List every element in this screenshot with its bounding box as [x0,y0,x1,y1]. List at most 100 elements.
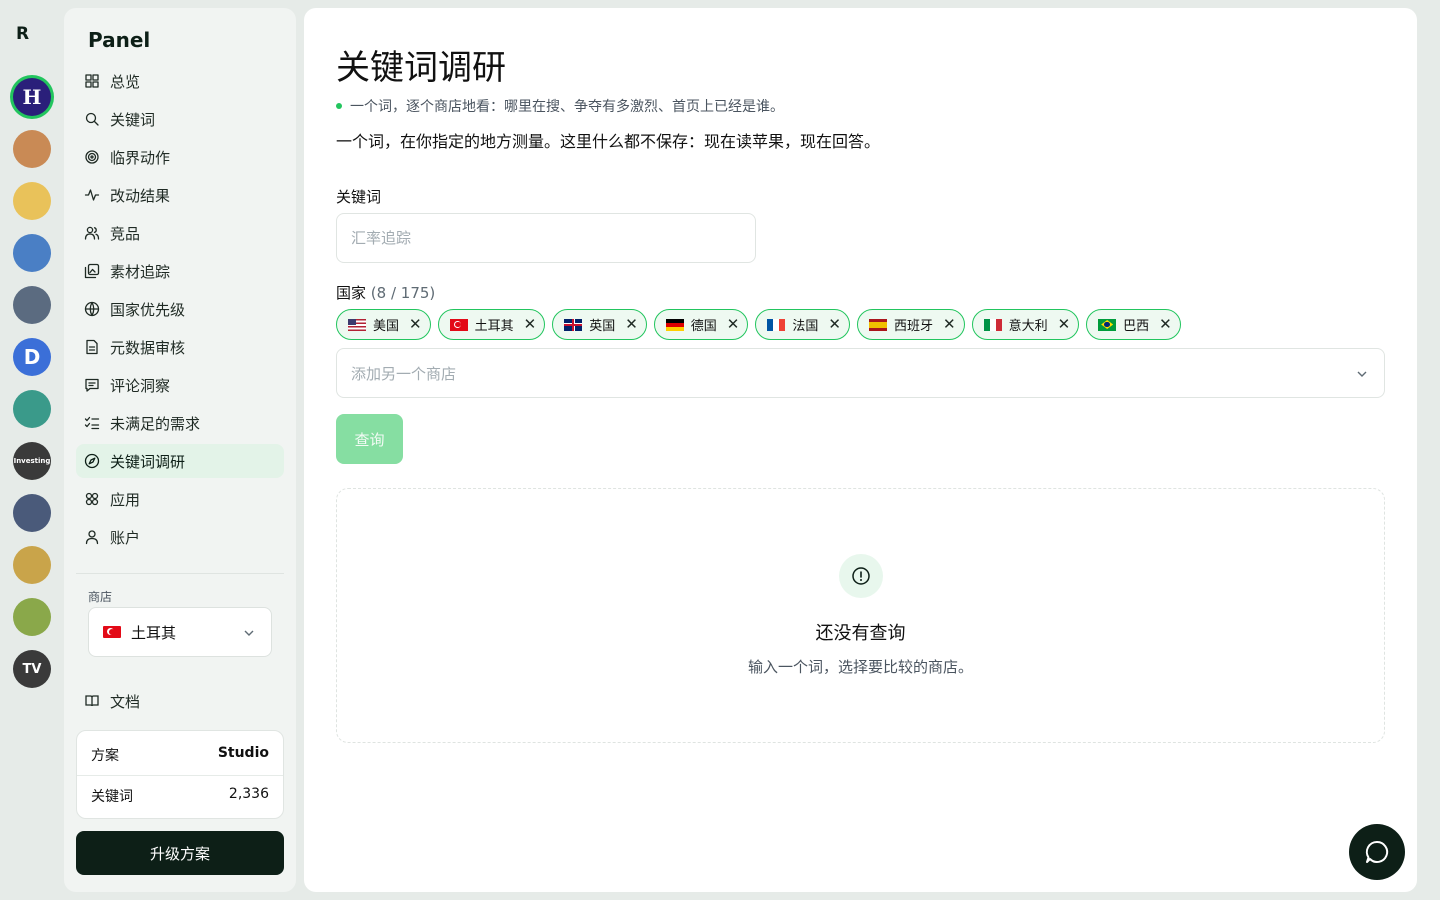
app-switcher-item[interactable] [13,390,51,428]
globe-icon [84,301,100,317]
app-switcher-label: TV [22,661,42,677]
app-switcher-item[interactable] [13,598,51,636]
page-description: 一个词，在你指定的地方测量。这里什么都不保存：现在读苹果，现在回答。 [336,132,881,151]
empty-state-title: 还没有查询 [815,623,906,644]
sidebar-item-target[interactable]: 临界动作 [76,140,284,174]
app-switcher-item[interactable]: TV [13,650,51,688]
sidebar-item-search[interactable]: 关键词 [76,102,284,136]
remove-chip-close-icon[interactable]: ✕ [524,317,537,332]
remove-chip-close-icon[interactable]: ✕ [625,317,638,332]
country-chip-label: 西班牙 [893,319,933,334]
store-select[interactable]: 土耳其 [88,607,272,657]
sidebar-item-apps[interactable]: 应用 [76,482,284,516]
add-store-select[interactable]: 添加另一个商店 [336,348,1385,398]
sidebar-item-label: 账户 [110,528,141,547]
remove-chip-close-icon[interactable]: ✕ [727,317,740,332]
app-switcher-item[interactable]: Investing [13,442,51,480]
app-switcher-item[interactable]: H [13,78,51,116]
user-icon [85,530,99,545]
sidebar-item-label: 未满足的需求 [110,414,201,433]
sidebar-item-label: 临界动作 [110,148,171,167]
sidebar-item-message[interactable]: 评论洞察 [76,368,284,402]
main-content: 关键词调研 一个词，逐个商店地看：哪里在搜、争夺有多激烈、首页上已经是谁。 一个… [304,8,1417,892]
sidebar-item-file[interactable]: 元数据审核 [76,330,284,364]
sidebar-item-images[interactable]: 素材追踪 [76,254,284,288]
sidebar: Panel 总览关键词临界动作改动结果竞品素材追踪国家优先级元数据审核评论洞察未… [64,8,296,892]
remove-chip-close-icon[interactable]: ✕ [1058,317,1071,332]
message-icon [85,378,99,392]
country-label-text: 国家 [336,284,367,302]
app-logo[interactable]: R [16,24,38,46]
country-chip-label: 德国 [690,319,717,334]
sidebar-item-grid[interactable]: 总览 [76,64,284,98]
upgrade-plan-button[interactable]: 升级方案 [76,831,284,875]
tagline-text: 一个词，逐个商店地看：哪里在搜、争夺有多激烈、首页上已经是谁。 [350,99,784,115]
sidebar-item-label: 关键词调研 [110,452,186,471]
remove-chip-close-icon[interactable]: ✕ [943,317,956,332]
chat-button[interactable] [1349,824,1405,880]
italy-flag-icon [983,318,1002,331]
empty-state: 还没有查询 输入一个词，选择要比较的商店。 [336,488,1385,743]
chat-bubble-icon [1365,840,1389,863]
country-chip-label: 土耳其 [474,319,514,334]
divider [76,573,284,574]
compass-icon [84,453,100,469]
germany-flag-icon [665,318,684,331]
tagline: 一个词，逐个商店地看：哪里在搜、争夺有多激烈、首页上已经是谁。 [336,96,784,116]
store-label: 商店 [88,590,113,604]
app-switcher-item[interactable]: D [13,338,51,376]
country-chip-label: 法国 [792,319,819,334]
country-chip: 土耳其 ✕ [437,309,546,340]
app-switcher-label: D [23,345,41,369]
sidebar-item-list-check[interactable]: 未满足的需求 [76,406,284,440]
country-chip: 英国 ✕ [552,309,647,340]
app-switcher-item[interactable] [13,182,51,220]
empty-state-subtitle: 输入一个词，选择要比较的商店。 [747,658,973,676]
chevron-down-icon [1357,371,1367,377]
sidebar-item-label: 文档 [110,692,141,711]
brazil-flag-icon [1098,318,1117,331]
sidebar-nav: 总览关键词临界动作改动结果竞品素材追踪国家优先级元数据审核评论洞察未满足的需求关… [76,64,284,558]
plan-value: Studio [217,745,269,761]
app-switcher-item[interactable] [13,546,51,584]
app-switcher-item[interactable] [13,494,51,532]
spain-flag-icon [868,318,887,331]
sidebar-item-label: 总览 [110,72,141,91]
brand-title: Panel [88,28,151,52]
alert-circle-icon [839,554,883,598]
sidebar-item-users[interactable]: 竞品 [76,216,284,250]
app-switcher-item[interactable] [13,286,51,324]
country-chip-label: 意大利 [1008,319,1048,334]
activity-icon [84,189,100,201]
app-switcher-item[interactable] [13,234,51,272]
list-check-icon [84,416,100,430]
search-icon [85,112,99,126]
uk-flag-icon [564,318,583,331]
sidebar-item-docs[interactable]: 文档 [76,684,284,718]
france-flag-icon [767,318,786,331]
remove-chip-close-icon[interactable]: ✕ [1159,317,1172,332]
turkey-flag-icon [103,626,121,638]
app-switcher-item[interactable] [13,130,51,168]
grid-icon [85,74,99,88]
country-chips: 美国 ✕ 土耳其 ✕ 英国 ✕ 德国 ✕ 法国 ✕ 西班牙 ✕ 意大利 ✕ 巴西 ✕ [336,309,1188,340]
sidebar-item-compass[interactable]: 关键词调研 [76,444,284,478]
turkey-flag-icon [449,318,468,331]
sidebar-item-label: 改动结果 [110,186,171,205]
sidebar-item-user[interactable]: 账户 [76,520,284,554]
remove-chip-close-icon[interactable]: ✕ [409,317,422,332]
query-button[interactable]: 查询 [336,414,403,464]
store-select-value: 土耳其 [131,623,177,642]
keyword-input[interactable] [336,213,756,263]
country-chip-label: 美国 [373,319,400,334]
page-title: 关键词调研 [336,48,506,88]
plan-label: 方案 [91,748,119,764]
apps-icon [85,492,99,506]
sidebar-item-label: 国家优先级 [110,300,186,319]
remove-chip-close-icon[interactable]: ✕ [828,317,841,332]
plan-card: 方案 Studio 关键词 2,336 [76,730,284,819]
sidebar-item-label: 关键词 [110,110,156,129]
sidebar-item-globe[interactable]: 国家优先级 [76,292,284,326]
country-chip: 西班牙 ✕ [856,309,965,340]
sidebar-item-activity[interactable]: 改动结果 [76,178,284,212]
